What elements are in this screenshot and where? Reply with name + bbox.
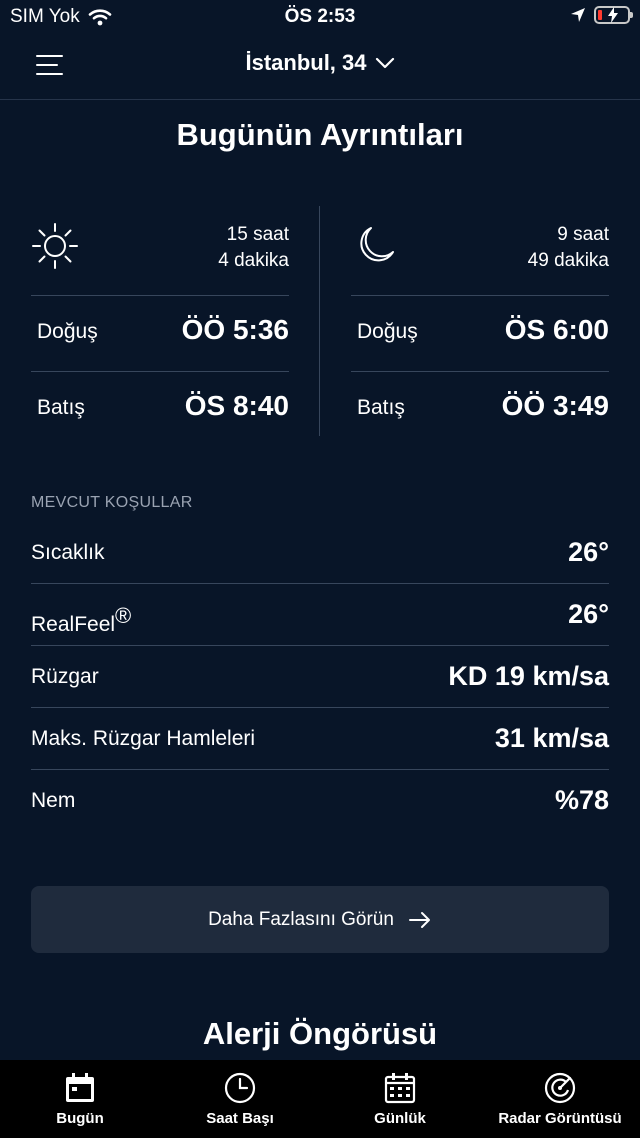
sun-duration: 15 saat 4 dakika [218, 222, 289, 274]
moon-duration-row: 9 saat 49 dakika [351, 206, 609, 296]
registered-mark: ® [115, 603, 132, 628]
moonset-label: Batış [357, 396, 405, 419]
location-arrow-icon [571, 8, 585, 22]
sun-icon [32, 223, 78, 269]
tab-hourly[interactable]: Saat Başı [160, 1060, 320, 1138]
moon-column: 9 saat 49 dakika Doğuş ÖS 6:00 Batış ÖÖ … [351, 206, 609, 448]
wind-gusts-row: Maks. Rüzgar Hamleleri 31 km/sa [31, 708, 609, 770]
tab-hourly-label: Saat Başı [206, 1110, 274, 1127]
conditions-list: Sıcaklık 26° RealFeel® 26° Rüzgar KD 19 … [31, 522, 609, 832]
sun-duration-hours: 15 saat [226, 224, 289, 245]
moonrise-value: ÖS 6:00 [504, 314, 609, 345]
realfeel-text: RealFeel [31, 613, 116, 636]
sunset-label: Batış [37, 396, 85, 419]
column-divider [319, 206, 320, 436]
status-time: ÖS 2:53 [284, 6, 356, 27]
sunset-value: ÖS 8:40 [184, 390, 289, 421]
see-more-label: Daha Fazlasını Görün [208, 908, 394, 930]
battery-icon [594, 6, 633, 24]
humidity-label: Nem [31, 789, 76, 812]
screen: SIM Yok ÖS 2:53 İstanbul, 34 Bugünün Ayr… [0, 0, 640, 1138]
tab-daily[interactable]: Günlük [320, 1060, 480, 1138]
wind-gusts-label: Maks. Rüzgar Hamleleri [31, 727, 256, 750]
humidity-row: Nem %78 [31, 770, 609, 832]
see-more-button[interactable]: Daha Fazlasını Görün [31, 886, 609, 953]
temperature-label: Sıcaklık [31, 541, 105, 564]
location-label: İstanbul, 34 [245, 50, 367, 75]
calendar-today-icon [66, 1073, 94, 1102]
wind-row: Rüzgar KD 19 km/sa [31, 646, 609, 708]
temperature-value: 26° [568, 537, 609, 567]
sunrise-label: Doğuş [37, 320, 98, 343]
details-title: Bugünün Ayrıntıları [176, 117, 464, 152]
app-header: İstanbul, 34 [0, 32, 640, 100]
realfeel-value: 26° [568, 599, 609, 629]
moon-duration: 9 saat 49 dakika [528, 222, 609, 274]
moon-icon [360, 227, 394, 262]
tab-today[interactable]: Bugün [0, 1060, 160, 1138]
status-bar: SIM Yok ÖS 2:53 [0, 0, 640, 32]
tab-daily-label: Günlük [374, 1110, 426, 1127]
tab-radar[interactable]: Radar Görüntüsü [480, 1060, 640, 1138]
tab-bar: Bugün Saat Başı Günlük Radar Görüntüsü [0, 1060, 640, 1138]
sun-duration-row: 15 saat 4 dakika [31, 206, 289, 296]
wind-label: Rüzgar [31, 665, 99, 688]
allergy-title: Alerji Öngörüsü [202, 1016, 438, 1051]
realfeel-label: RealFeel® [31, 603, 131, 637]
sun-column: 15 saat 4 dakika Doğuş ÖÖ 5:36 Batış ÖS … [31, 206, 289, 448]
arrow-right-icon [408, 911, 430, 928]
sunrise-value: ÖÖ 5:36 [181, 314, 289, 345]
moon-duration-minutes: 49 dakika [527, 250, 609, 271]
radar-icon [544, 1072, 576, 1104]
moonset-row: Batış ÖÖ 3:49 [351, 372, 609, 448]
tab-radar-label: Radar Görüntüsü [498, 1110, 622, 1127]
tab-today-label: Bugün [56, 1110, 104, 1127]
chevron-down-icon [375, 57, 394, 69]
moonrise-label: Doğuş [357, 320, 418, 343]
battery-level [598, 10, 602, 20]
status-right [570, 6, 633, 24]
wind-gusts-value: 31 km/sa [494, 723, 609, 753]
moonrise-row: Doğuş ÖS 6:00 [351, 296, 609, 372]
location-selector[interactable]: İstanbul, 34 [0, 50, 640, 76]
wind-value: KD 19 km/sa [448, 661, 609, 691]
humidity-value: %78 [554, 785, 609, 815]
moonset-value: ÖÖ 3:49 [501, 390, 609, 421]
sun-duration-minutes: 4 dakika [218, 250, 289, 271]
sunset-row: Batış ÖS 8:40 [31, 372, 289, 448]
clock-icon [224, 1072, 256, 1104]
moon-duration-hours: 9 saat [557, 224, 609, 245]
sunrise-row: Doğuş ÖÖ 5:36 [31, 296, 289, 372]
calendar-icon [384, 1073, 416, 1104]
charging-bolt-icon [608, 7, 618, 23]
temperature-row: Sıcaklık 26° [31, 522, 609, 584]
conditions-header: MEVCUT KOŞULLAR [31, 494, 193, 511]
realfeel-row: RealFeel® 26° [31, 584, 609, 646]
